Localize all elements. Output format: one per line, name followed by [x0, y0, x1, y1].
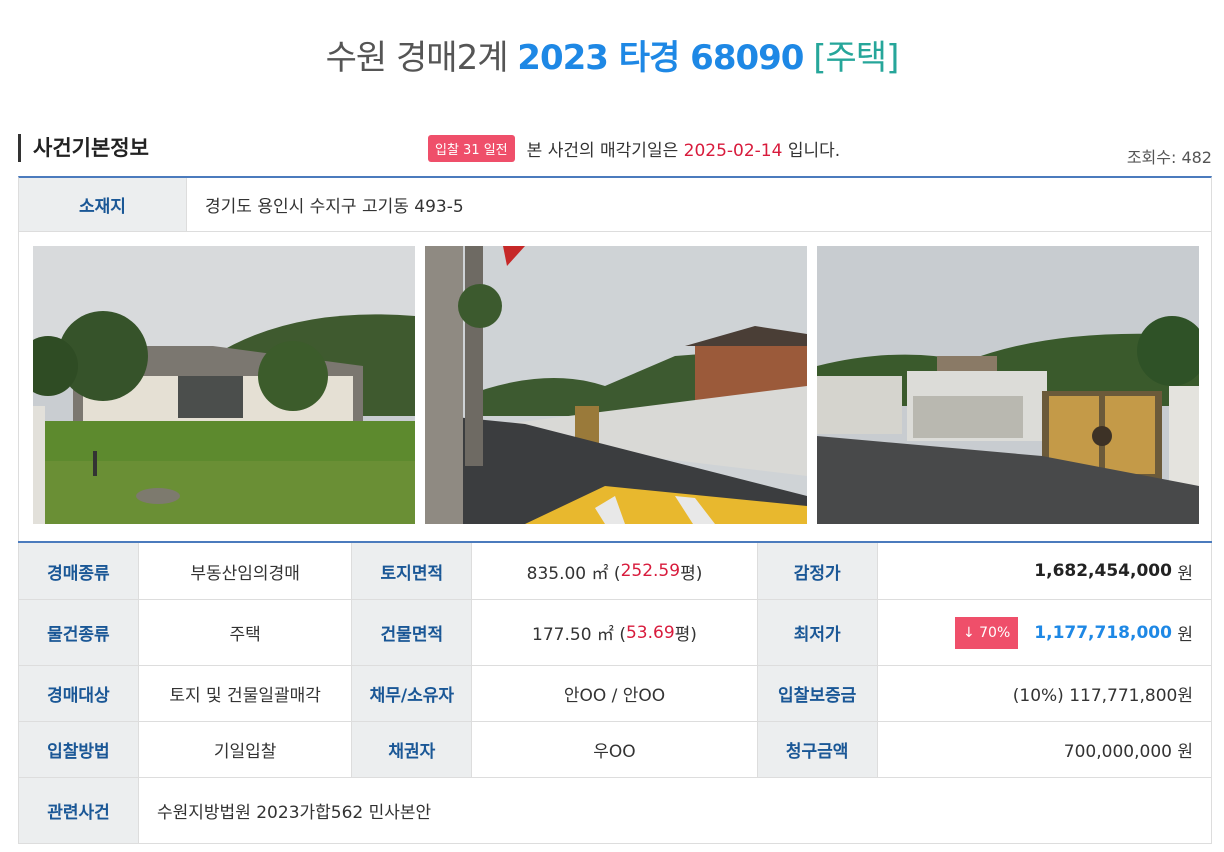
building-area-pyeong: 53.69: [625, 622, 675, 643]
land-area-pyeong: 252.59: [620, 561, 681, 581]
court-name: 수원 경매2계: [325, 38, 509, 78]
notice-suffix: 입니다.: [787, 140, 841, 161]
building-area-value: 177.50 ㎡ (53.69 평): [472, 600, 758, 665]
min-price-amount: 1,177,718,000: [1034, 622, 1172, 643]
address-value: 경기도 용인시 수지구 고기동 493-5: [205, 197, 464, 217]
table-row: 경매종류 부동산임의경매 토지면적 835.00 ㎡ (252.59 평) 감정가…: [18, 543, 1212, 600]
house-front-photo[interactable]: [33, 246, 415, 524]
land-area-unit: 평): [680, 563, 703, 584]
deposit-value: (10%) 117,771,800원: [1012, 686, 1193, 706]
section-header: 사건기본정보 입찰 31 일전 본 사건의 매각기일은 2025-02-14 입…: [18, 130, 1212, 170]
table-row: 경매대상 토지 및 건물일괄매각 채무/소유자 안OO / 안OO 입찰보증금 …: [18, 666, 1212, 722]
view-count: 조회수: 482: [1126, 148, 1212, 167]
address-label: 소재지: [19, 178, 187, 231]
bid-method-value: 기일입찰: [139, 722, 353, 777]
sale-notice: 입찰 31 일전 본 사건의 매각기일은 2025-02-14 입니다.: [428, 134, 840, 162]
land-area-label: 토지면적: [352, 543, 473, 599]
section-title: 사건기본정보: [18, 134, 149, 162]
debtor-label: 채무/소유자: [352, 666, 473, 721]
appraisal-label: 감정가: [757, 543, 878, 599]
deposit-label: 입찰보증금: [757, 666, 878, 721]
min-price-value: ↓ 70% 1,177,718,000 원: [878, 600, 1211, 665]
photo-gallery: [18, 232, 1212, 542]
notice-prefix: 본 사건의 매각기일은: [526, 140, 679, 161]
table-row: 관련사건 수원지방법원 2023가합562 민사본안: [18, 778, 1212, 844]
building-area-unit: 평): [674, 625, 697, 645]
claim-label: 청구금액: [757, 722, 878, 777]
building-area-label: 건물면적: [352, 600, 473, 665]
gate-view-photo[interactable]: [817, 246, 1199, 524]
appraisal-amount: 1,682,454,000: [1034, 561, 1172, 581]
won-unit: 원: [1177, 625, 1193, 645]
bid-method-label: 입찰방법: [19, 722, 139, 777]
debtor-value: 안OO / 안OO: [472, 666, 758, 721]
street-view-photo[interactable]: [425, 246, 807, 524]
discount-badge: ↓ 70%: [954, 616, 1019, 649]
related-case-label: 관련사건: [19, 778, 139, 843]
case-info-table: 경매종류 부동산임의경매 토지면적 835.00 ㎡ (252.59 평) 감정가…: [18, 541, 1212, 844]
claim-value: 700,000,000 원: [1063, 742, 1193, 762]
building-area-m2: 177.50 ㎡ (: [532, 625, 626, 645]
page-title: 수원 경매2계 2023 타경 68090 [주택]: [0, 30, 1224, 79]
land-area-m2: 835.00 ㎡ (: [526, 563, 621, 584]
min-price-label: 최저가: [757, 600, 878, 665]
won-unit: 원: [1177, 563, 1193, 584]
target-label: 경매대상: [19, 666, 139, 721]
related-case-value[interactable]: 수원지방법원 2023가합562 민사본안: [139, 778, 1211, 843]
auction-type-value: 부동산임의경매: [139, 543, 353, 599]
notice-text: 본 사건의 매각기일은 2025-02-14 입니다.: [527, 136, 841, 161]
target-value: 토지 및 건물일괄매각: [139, 666, 353, 721]
item-type-value: 주택: [139, 600, 353, 665]
creditor-label: 채권자: [352, 722, 473, 777]
auction-type-label: 경매종류: [19, 543, 139, 599]
address-row: 소재지 경기도 용인시 수지구 고기동 493-5: [18, 176, 1212, 232]
creditor-value: 우OO: [472, 722, 758, 777]
sale-date: 2025-02-14: [683, 140, 783, 161]
case-number: 2023 타경 68090: [517, 38, 804, 78]
table-row: 물건종류 주택 건물면적 177.50 ㎡ (53.69 평) 최저가 ↓ 70%…: [18, 600, 1212, 666]
days-left-badge: 입찰 31 일전: [428, 134, 515, 162]
table-row: 입찰방법 기일입찰 채권자 우OO 청구금액 700,000,000 원: [18, 722, 1212, 778]
land-area-value: 835.00 ㎡ (252.59 평): [472, 543, 758, 599]
property-kind: [주택]: [813, 38, 899, 78]
item-type-label: 물건종류: [19, 600, 139, 665]
appraisal-value: 1,682,454,000 원: [878, 543, 1211, 599]
